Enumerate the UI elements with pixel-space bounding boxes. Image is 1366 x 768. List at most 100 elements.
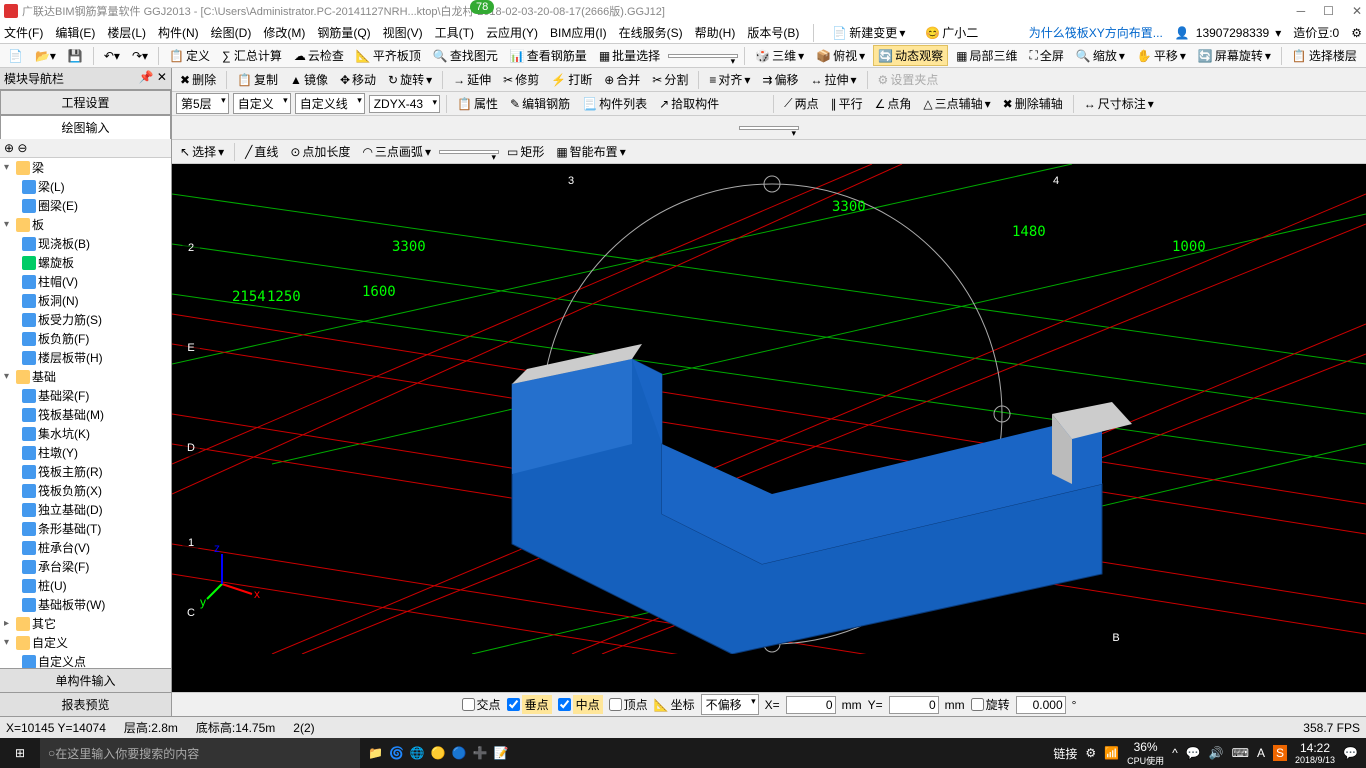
start-button[interactable]: ⊞ [0,746,40,760]
tree-item[interactable]: 螺旋板 [0,253,171,272]
menu-member[interactable]: 构件(N) [158,24,199,41]
tray-icon[interactable]: 💬 [1186,746,1201,760]
line-button[interactable]: ╱直线 [241,142,282,161]
rect-button[interactable]: ▭矩形 [503,142,548,161]
category-dropdown[interactable]: 自定义 [233,93,291,114]
mirror-button[interactable]: ▲镜像 [286,70,332,89]
user-small-button[interactable]: 😊广小二 [921,23,982,42]
floor-dropdown[interactable]: 第5层 [176,93,229,114]
task-icon[interactable]: 🔵 [452,746,467,760]
menu-edit[interactable]: 编辑(E) [55,24,95,41]
rotate-button[interactable]: ↻旋转▾ [384,70,436,89]
split-button[interactable]: ✂分割 [648,70,692,89]
point-len-button[interactable]: ⊙点加长度 [286,142,354,161]
task-icon[interactable]: 🟡 [431,746,446,760]
two-point-button[interactable]: ⟋两点 [780,94,822,113]
merge-button[interactable]: ⊕合并 [600,70,644,89]
extend-button[interactable]: →延伸 [449,70,495,89]
point-angle-button[interactable]: ∠点角 [871,94,916,113]
trim-button[interactable]: ✂修剪 [499,70,543,89]
tab-single-input[interactable]: 单构件输入 [0,668,171,692]
tree-item[interactable]: 桩承台(V) [0,538,171,557]
select-button[interactable]: ↖选择▾ [176,142,228,161]
taskbar-search[interactable]: ○ 在这里输入你要搜索的内容 [40,738,360,768]
snap-coord[interactable]: 📐坐标 [654,696,695,713]
tree-item[interactable]: 筏板负筋(X) [0,481,171,500]
menu-tools[interactable]: 工具(T) [435,24,474,41]
select-floor-button[interactable]: 📋选择楼层 [1288,46,1361,65]
stretch-button[interactable]: ↔拉伸▾ [807,70,861,89]
break-button[interactable]: ⚡打断 [547,70,596,89]
menu-online[interactable]: 在线服务(S) [619,24,683,41]
pick-member-button[interactable]: ↗拾取构件 [655,94,723,113]
save-button[interactable]: 💾 [64,48,87,64]
tree-item[interactable]: 集水坑(K) [0,424,171,443]
snap-mid[interactable]: 中点 [558,695,603,714]
tree-item[interactable]: 基础板带(W) [0,595,171,614]
smart-layout-button[interactable]: ▦智能布置▾ [552,142,629,161]
three-aux-button[interactable]: △三点辅轴▾ [919,94,994,113]
offset-dropdown[interactable]: 不偏移 [701,694,759,715]
empty-dropdown[interactable] [739,126,799,130]
tree-item[interactable]: 独立基础(D) [0,500,171,519]
tree-item[interactable]: 筏板主筋(R) [0,462,171,481]
3d-button[interactable]: 🎲三维▾ [751,46,808,65]
tree-item[interactable]: 基础梁(F) [0,386,171,405]
del-aux-button[interactable]: ✖删除辅轴 [999,94,1067,113]
tab-report-preview[interactable]: 报表预览 [0,692,171,716]
menu-view[interactable]: 视图(V) [383,24,423,41]
arc-dropdown[interactable] [439,150,499,154]
props-button[interactable]: 📋属性 [453,94,502,113]
tray-icon[interactable]: ^ [1172,746,1178,760]
rotate-input[interactable] [1016,696,1066,714]
y-input[interactable] [889,696,939,714]
parallel-button[interactable]: ∥平行 [827,94,867,113]
member-list-button[interactable]: 📃构件列表 [578,94,651,113]
menu-modify[interactable]: 修改(M) [263,24,305,41]
redo-button[interactable]: ↷▾ [128,48,152,64]
menu-draw[interactable]: 绘图(D) [211,24,252,41]
screen-rotate-button[interactable]: 🔄屏幕旋转▾ [1194,46,1275,65]
snap-perp[interactable]: 垂点 [507,695,552,714]
tray-icon[interactable]: ⚙ [1085,746,1096,760]
help-link[interactable]: 为什么筏板XY方向布置... [1029,24,1163,41]
menu-cloud[interactable]: 云应用(Y) [486,24,538,41]
edit-rebar-button[interactable]: ✎编辑钢筋 [506,94,574,113]
member-tree[interactable]: ▾梁梁(L)圈梁(E)▾板现浇板(B)螺旋板柱帽(V)板洞(N)板受力筋(S)板… [0,158,171,668]
dynamic-view-button[interactable]: 🔄动态观察 [873,45,948,66]
tree-item[interactable]: 板负筋(F) [0,329,171,348]
tree-item[interactable]: 自定义点 [0,652,171,668]
tree-item[interactable]: 梁(L) [0,177,171,196]
minimize-button[interactable]: ─ [1297,4,1306,18]
type-dropdown[interactable]: 自定义线 [295,93,365,114]
menu-help[interactable]: 帮助(H) [695,24,736,41]
batch-select-button[interactable]: ▦批量选择 [595,46,664,65]
fullscreen-button[interactable]: ⛶全屏 [1026,46,1068,65]
tray-icon[interactable]: 📶 [1104,746,1119,760]
tab-draw-input[interactable]: 绘图输入 [0,115,171,139]
tree-item[interactable]: ▾自定义 [0,633,171,652]
menu-rebar[interactable]: 钢筋量(Q) [317,24,370,41]
3d-viewport[interactable]: x y z 3300 3300 1600 2154 1250 1480 1000… [172,164,1366,692]
tray-icon[interactable]: A [1257,746,1265,760]
tray-icon[interactable]: 🔊 [1209,746,1224,760]
tree-item[interactable]: 柱帽(V) [0,272,171,291]
set-grip-button[interactable]: ⚙设置夹点 [874,70,943,89]
open-button[interactable]: 📂▾ [31,48,60,64]
notification-badge[interactable]: 78 [470,0,494,14]
zoom-button[interactable]: 🔍缩放▾ [1072,46,1129,65]
snap-intersect[interactable]: 交点 [462,696,501,713]
align-button[interactable]: ≡对齐▾ [705,70,754,89]
tree-item[interactable]: ▾梁 [0,158,171,177]
offset-button[interactable]: ⇉偏移 [758,70,802,89]
cloud-check-button[interactable]: ☁云检查 [290,46,348,65]
menu-version[interactable]: 版本号(B) [747,24,799,41]
snap-vertex[interactable]: 顶点 [609,696,648,713]
rotate-check[interactable]: 旋转 [971,696,1010,713]
find-entity-button[interactable]: 🔍查找图元 [429,46,502,65]
maximize-button[interactable]: ☐ [1323,4,1334,18]
delete-button[interactable]: ✖删除 [176,70,220,89]
tree-item[interactable]: 现浇板(B) [0,234,171,253]
tree-item[interactable]: 承台梁(F) [0,557,171,576]
task-icon[interactable]: 🌀 [389,746,404,760]
